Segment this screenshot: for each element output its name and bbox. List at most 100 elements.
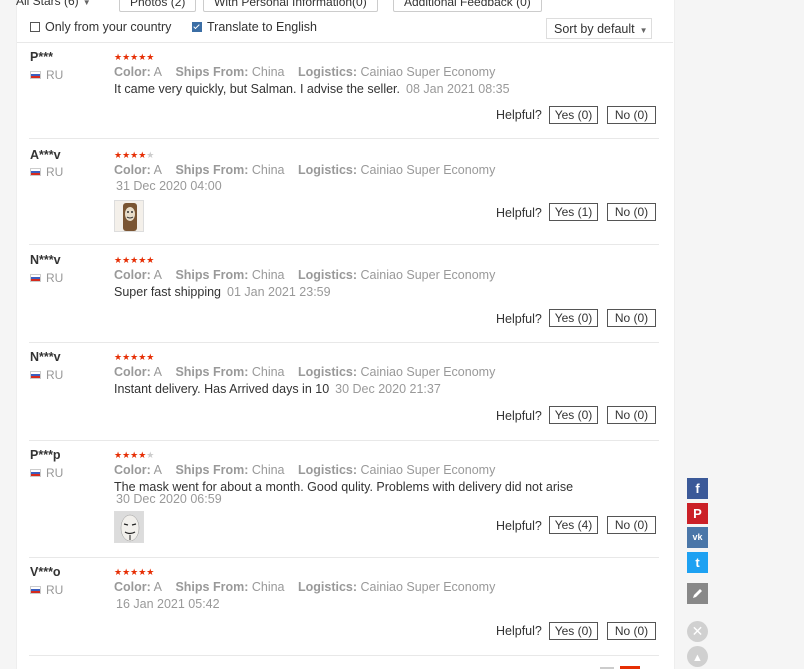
reviewer-name: A***v [30,148,61,162]
all-stars-filter[interactable]: All Stars (6) ▼ [16,0,91,8]
reviewer-country: RU [30,583,63,597]
pinterest-share-button[interactable]: P [687,503,708,524]
order-info: Color: A Ships From: China Logistics: Ca… [114,365,495,379]
ships-label: Ships From: [175,65,249,79]
pinterest-icon: P [693,506,702,521]
review-photo[interactable] [114,200,144,232]
ships-label: Ships From: [175,268,249,282]
close-button[interactable]: ✕ [687,621,708,642]
country-code: RU [46,368,64,382]
review-date: 01 Jan 2021 23:59 [227,285,331,299]
russia-flag-icon [30,274,41,282]
helpful-label: Helpful? [496,312,542,326]
logistics-value: Cainiao Super Economy [360,268,496,282]
helpful-yes-button[interactable]: Yes (1) [549,203,598,221]
color-value: A [153,268,162,282]
logistics-value: Cainiao Super Economy [360,365,496,379]
helpful-yes-button[interactable]: Yes (4) [549,516,598,534]
scroll-top-button[interactable]: ▲ [687,646,708,667]
translate-checkbox[interactable] [192,22,202,32]
helpful-yes-button[interactable]: Yes (0) [549,106,598,124]
helpful-label: Helpful? [496,206,542,220]
personal-info-filter-button[interactable]: With Personal Information(0) [203,0,378,12]
only-country-label: Only from your country [45,20,172,34]
review-photo[interactable] [114,511,144,543]
helpful-yes-button[interactable]: Yes (0) [549,406,598,424]
star-rating: ★★★★★ [114,450,155,460]
translate-option[interactable]: Translate to English [192,20,317,34]
ships-value: China [251,268,285,282]
reviewer-country: RU [30,165,63,179]
reviewer-name: P***p [30,448,61,462]
edit-button[interactable] [687,583,708,604]
order-info: Color: A Ships From: China Logistics: Ca… [114,163,495,177]
color-value: A [153,580,162,594]
divider [29,342,659,343]
close-icon: ✕ [691,623,704,639]
color-value: A [153,463,162,477]
review-body: Super fast shipping [114,285,222,299]
only-country-checkbox[interactable] [30,22,40,32]
helpful-label: Helpful? [496,409,542,423]
color-label: Color: [114,163,151,177]
divider [29,244,659,245]
helpful-yes-button[interactable]: Yes (0) [549,622,598,640]
divider [29,655,659,656]
color-label: Color: [114,463,151,477]
helpful-label: Helpful? [496,108,542,122]
vk-share-button[interactable]: vk [687,527,708,548]
ships-label: Ships From: [175,580,249,594]
color-value: A [153,163,162,177]
order-info: Color: A Ships From: China Logistics: Ca… [114,463,495,477]
facebook-icon: f [695,481,700,496]
helpful-no-button[interactable]: No (0) [607,622,656,640]
review-date: 30 Dec 2020 06:59 [116,492,222,506]
divider [29,138,659,139]
color-label: Color: [114,268,151,282]
order-info: Color: A Ships From: China Logistics: Ca… [114,268,495,282]
ships-value: China [251,580,285,594]
star-rating: ★★★★★ [114,567,155,577]
helpful-no-button[interactable]: No (0) [607,516,656,534]
russia-flag-icon [30,371,41,379]
facebook-share-button[interactable]: f [687,478,708,499]
review-date: 31 Dec 2020 04:00 [116,179,222,193]
only-country-option[interactable]: Only from your country [30,20,171,34]
additional-feedback-filter-button[interactable]: Additional Feedback (0) [393,0,542,12]
helpful-no-button[interactable]: No (0) [607,406,656,424]
logistics-value: Cainiao Super Economy [360,580,496,594]
sort-label: Sort by default [554,22,635,36]
reviewer-country: RU [30,466,63,480]
helpful-no-button[interactable]: No (0) [607,203,656,221]
helpful-no-button[interactable]: No (0) [607,106,656,124]
country-code: RU [46,466,64,480]
helpful-yes-button[interactable]: Yes (0) [549,309,598,327]
reviewer-country: RU [30,368,63,382]
pencil-icon [693,589,702,598]
reviewer-name: N***v [30,350,61,364]
logistics-value: Cainiao Super Economy [360,163,496,177]
twitter-share-button[interactable]: t [687,552,708,573]
photos-filter-button[interactable]: Photos (2) [119,0,197,12]
review-date: 16 Jan 2021 05:42 [116,597,220,611]
logistics-label: Logistics: [298,268,358,282]
sort-dropdown[interactable]: Sort by default ▼ [546,18,652,39]
review-date: 08 Jan 2021 08:35 [406,82,510,96]
review-text: Instant delivery. Has Arrived days in 10… [114,382,441,396]
divider [29,557,659,558]
logistics-label: Logistics: [298,580,358,594]
reviewer-name: N***v [30,253,61,267]
all-stars-label: All Stars (6) [16,0,79,8]
review-text: It came very quickly, but Salman. I advi… [114,82,510,96]
translate-label: Translate to English [207,20,318,34]
ships-label: Ships From: [175,163,249,177]
helpful-no-button[interactable]: No (0) [607,309,656,327]
divider [17,42,673,43]
color-label: Color: [114,365,151,379]
country-code: RU [46,583,64,597]
chevron-up-icon: ▲ [692,652,703,664]
divider [29,440,659,441]
review-date: 30 Dec 2020 21:37 [335,382,441,396]
logistics-label: Logistics: [298,163,358,177]
color-value: A [153,365,162,379]
